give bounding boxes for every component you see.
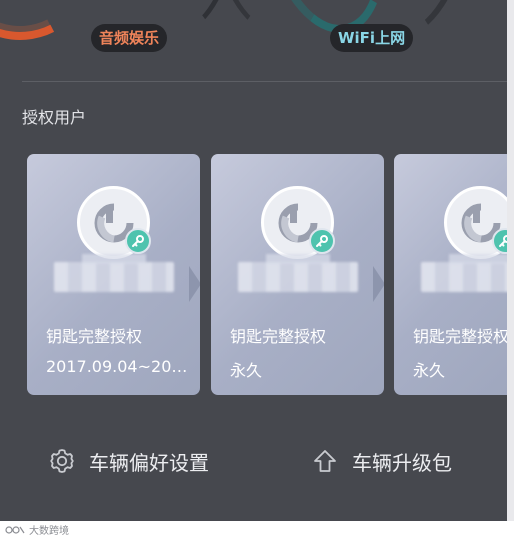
wifi-tile[interactable]: WiFi上网 — [330, 24, 414, 52]
vehicle-settings-panel: 音频娱乐 WiFi上网 授权用户 钥匙完整授权 2017.09.04~20… 钥… — [0, 0, 507, 521]
key-icon — [309, 228, 335, 254]
user-name-blurred — [421, 254, 507, 292]
validity-period: 2017.09.04~20… — [46, 357, 188, 376]
user-name-blurred — [238, 254, 358, 292]
authorized-user-card[interactable]: 钥匙完整授权 永久 — [211, 154, 384, 395]
audio-entertainment-tile[interactable]: 音频娱乐 — [91, 24, 168, 52]
validity-period: 永久 — [230, 361, 263, 380]
vehicle-upgrade-package-label: 车辆升级包 — [352, 450, 452, 475]
card-notch — [189, 266, 200, 302]
vehicle-upgrade-package-button[interactable]: 车辆升级包 — [311, 446, 452, 476]
wifi-label: WiFi上网 — [338, 29, 406, 47]
permission-label: 钥匙完整授权 — [46, 327, 143, 346]
vehicle-preferences-label: 车辆偏好设置 — [89, 450, 209, 475]
key-icon — [125, 228, 151, 254]
authorized-user-card[interactable]: 钥匙完整授权 2017.09.04~20… — [27, 154, 200, 395]
background-edge — [507, 0, 514, 521]
gear-icon — [50, 449, 74, 473]
permission-label: 钥匙完整授权 — [230, 327, 327, 346]
watermark-text: 大数跨境 — [29, 526, 69, 537]
section-title-authorized-users: 授权用户 — [22, 108, 87, 127]
section-divider — [22, 81, 507, 82]
permission-label: 钥匙完整授权 — [413, 327, 507, 346]
user-name-blurred — [54, 254, 174, 292]
watermark-logo-icon — [5, 525, 25, 534]
vehicle-preferences-button[interactable]: 车辆偏好设置 — [48, 446, 209, 476]
page-footer-strip — [0, 521, 514, 538]
authorized-user-card[interactable]: 钥匙完整授权 永久 — [394, 154, 507, 395]
upload-arrow-icon — [314, 450, 336, 472]
watermark: 大数跨境 — [5, 522, 69, 537]
card-notch — [373, 266, 384, 302]
validity-period: 永久 — [413, 361, 446, 380]
audio-entertainment-label: 音频娱乐 — [99, 29, 160, 47]
